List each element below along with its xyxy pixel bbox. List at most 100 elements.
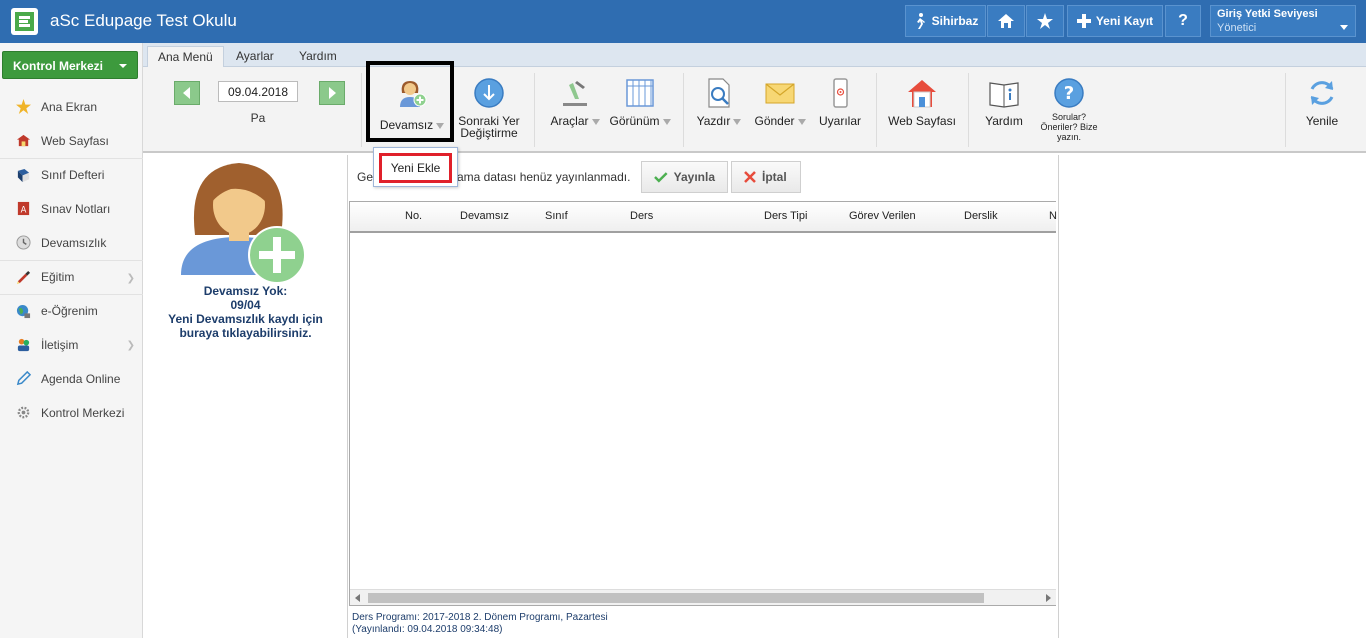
date-input[interactable]: 09.04.2018 [218,81,298,102]
help-ribbon-button[interactable]: Yardım [978,77,1030,127]
favorites-button[interactable] [1026,5,1064,37]
substitution-button[interactable]: Sonraki Yer Değiştirme [454,77,524,139]
column-header[interactable]: Görev Verilen [849,210,916,222]
check-icon [654,172,668,183]
plus-icon [1076,14,1091,28]
send-button[interactable]: Gönder [749,77,811,127]
attendance-icon [16,235,31,250]
day-label: Pa [250,111,266,125]
print-button[interactable]: Yazdır [692,77,746,127]
chevron-right-icon: ❯ [126,340,135,351]
website-button[interactable]: Web Sayfası [883,77,961,127]
help-button[interactable]: ? [1165,5,1201,37]
scroll-right-icon[interactable] [1046,594,1051,602]
help-ribbon-label: Yardım [985,114,1023,128]
sidebar-item-e-ogrenim[interactable]: e-Öğrenim [0,294,143,328]
refresh-button[interactable]: Yenile [1299,77,1345,127]
sidebar-item-devamsizlik[interactable]: Devamsızlık [0,226,143,260]
horizontal-scrollbar[interactable] [350,589,1056,605]
sidebar-item-label: Kontrol Merkezi [41,405,125,420]
help-label: ? [1178,12,1188,29]
wizard-button[interactable]: Sihirbaz [905,5,986,37]
cancel-button[interactable]: İptal [731,161,801,193]
new-absence-menu-item[interactable]: Yeni Ekle [379,153,452,183]
wizard-label: Sihirbaz [931,14,979,28]
tab-ayarlar[interactable]: Ayarlar [226,46,284,67]
substitution-label-2: Değiştirme [460,126,518,140]
app-title: aSc Edupage Test Okulu [50,11,237,30]
column-header[interactable]: No. [405,210,422,222]
view-button[interactable]: Görünüm [605,77,675,127]
house-icon [908,80,936,108]
column-header[interactable]: Devamsız [460,210,509,222]
gear-icon [17,406,30,419]
no-absence-message[interactable]: Devamsız Yok: 09/04 Yeni Devamsızlık kay… [143,284,348,340]
sidebar-item-sinav-notlari[interactable]: A Sınav Notları [0,192,143,226]
tools-button[interactable]: Araçlar [545,77,605,127]
new-record-label: Yeni Kayıt [1095,14,1154,28]
home-icon [998,14,1014,28]
devamsiz-dropdown-menu: Yeni Ekle [373,147,458,187]
tab-ana-menu[interactable]: Ana Menü [147,46,224,67]
sidebar-item-label: Sınıf Defteri [41,168,105,182]
sidebar-nav: Ana Ekran Web Sayfası Sınıf Defteri A Sı… [0,90,143,430]
refresh-icon [1310,81,1334,105]
column-header[interactable]: Derslik [964,210,998,222]
no-absence-date: 09/04 [230,298,261,312]
column-header[interactable]: Ders Tipi [764,210,807,222]
role-selector[interactable]: Giriş Yetki Seviyesi Yönetici [1210,5,1356,37]
education-icon [16,270,31,284]
table-header: No. Devamsız Sınıf Ders Ders Tipi Görev … [350,202,1057,233]
sidebar-item-egitim[interactable]: Eğitim ❯ [0,260,143,294]
attendance-panel[interactable]: Devamsız Yok: 09/04 Yeni Devamsızlık kay… [143,155,348,638]
add-absence-avatar[interactable] [181,157,311,287]
chevron-down-icon [119,64,127,68]
no-absence-title: Devamsız Yok: [203,284,288,298]
view-label: Görünüm [609,114,660,128]
control-center-button[interactable]: Kontrol Merkezi [2,51,138,79]
scrollbar-thumb[interactable] [368,593,984,603]
ribbon-toolbar: 09.04.2018 Pa Devamsız Sonraki Yer Değişt… [143,67,1366,153]
column-header[interactable]: Sınıf [545,210,568,222]
previous-day-button[interactable] [174,81,200,105]
column-header[interactable]: N [1049,210,1057,222]
publish-button[interactable]: Yayınla [641,161,728,193]
arrow-down-circle-icon [474,78,504,108]
sidebar-item-label: Devamsızlık [41,235,107,250]
no-absence-hint-1: Yeni Devamsızlık kaydı için [168,312,323,326]
chevron-down-icon [797,118,806,125]
substitution-table: No. Devamsız Sınıf Ders Ders Tipi Görev … [349,201,1057,606]
grid-icon [626,79,654,107]
print-label: Yazdır [696,114,731,128]
home-button[interactable] [987,5,1025,37]
sidebar-item-ana-ekran[interactable]: Ana Ekran [0,90,143,124]
manual-icon [989,82,1019,108]
publish-label: Yayınla [673,170,715,184]
sidebar-item-sinif-defteri[interactable]: Sınıf Defteri [0,158,143,192]
status-message-end: ama datası henüz yayınlanmadı. [457,170,631,184]
sidebar-item-iletisim[interactable]: İletişim ❯ [0,328,143,362]
cancel-label: İptal [762,170,787,184]
alerts-label: Uyarılar [818,114,861,128]
sidebar-item-agenda-online[interactable]: Agenda Online [0,362,143,396]
book-icon [17,168,30,182]
star-icon [16,99,31,114]
role-title: Giriş Yetki Seviyesi [1217,8,1318,20]
communication-icon [17,338,30,352]
person-add-icon [181,163,306,284]
website-label: Web Sayfası [888,114,956,128]
edupage-logo[interactable] [11,8,38,35]
feedback-button[interactable]: ? Sorular? Öneriler? Bize yazın. [1034,77,1104,142]
close-icon [744,171,756,183]
sidebar-item-web-sayfasi[interactable]: Web Sayfası [0,124,143,158]
next-day-button[interactable] [319,81,345,105]
tab-yardim[interactable]: Yardım [289,46,347,67]
alerts-button[interactable]: Uyarılar [813,77,867,127]
column-header[interactable]: Ders [630,210,653,222]
scroll-left-icon[interactable] [355,594,360,602]
sidebar-item-kontrol-merkezi[interactable]: Kontrol Merkezi [0,396,143,430]
feedback-label-3: yazın. [1056,132,1081,142]
chevron-right-icon: ❯ [126,273,135,284]
new-record-button[interactable]: Yeni Kayıt [1067,5,1163,37]
svg-text:?: ? [1064,83,1074,104]
